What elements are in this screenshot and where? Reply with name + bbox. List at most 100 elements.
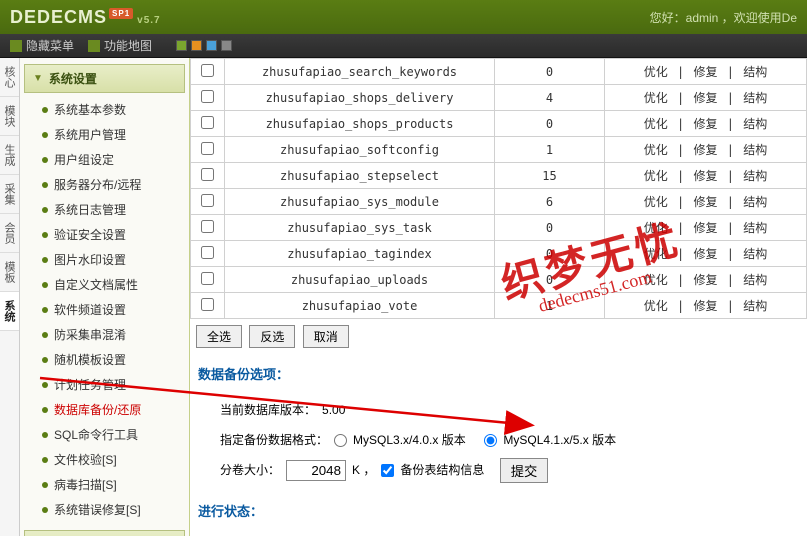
sidebar-item[interactable]: 系统用户管理 — [42, 122, 185, 147]
bullet-icon — [42, 482, 48, 488]
sidebar-item-label: 验证安全设置 — [54, 226, 126, 243]
sidebar-item[interactable]: 数据库备份/还原 — [42, 397, 185, 422]
repair-link[interactable]: 修复 — [693, 117, 717, 131]
table-row: zhusufapiao_shops_products0优化 | 修复 | 结构 — [191, 111, 807, 137]
sidebar-item-label: 数据库备份/还原 — [54, 401, 141, 418]
row-checkbox[interactable] — [201, 64, 214, 77]
row-checkbox[interactable] — [201, 116, 214, 129]
optimize-link[interactable]: 优化 — [644, 91, 668, 105]
optimize-link[interactable]: 优化 — [644, 195, 668, 209]
struct-link[interactable]: 结构 — [743, 91, 767, 105]
row-checkbox[interactable] — [201, 90, 214, 103]
app-header: DEDECMSSP1v5.7 您好：admin ，欢迎使用De — [0, 0, 807, 34]
sidebar-item[interactable]: 软件频道设置 — [42, 297, 185, 322]
row-checkbox[interactable] — [201, 142, 214, 155]
sidebar-item[interactable]: 自定义文档属性 — [42, 272, 185, 297]
struct-link[interactable]: 结构 — [743, 169, 767, 183]
submit-button[interactable]: 提交 — [500, 458, 549, 483]
optimize-link[interactable]: 优化 — [644, 221, 668, 235]
sidebar-item[interactable]: 随机模板设置 — [42, 347, 185, 372]
struct-link[interactable]: 结构 — [743, 221, 767, 235]
sidetab-core[interactable]: 核心 — [0, 58, 19, 97]
row-checkbox[interactable] — [201, 272, 214, 285]
backup-options-title: 数据备份选项： — [190, 354, 807, 389]
sidebar-item-label: 自定义文档属性 — [54, 276, 138, 293]
sidebar-item[interactable]: 病毒扫描[S] — [42, 472, 185, 497]
struct-link[interactable]: 结构 — [743, 273, 767, 287]
struct-link[interactable]: 结构 — [743, 299, 767, 313]
row-checkbox[interactable] — [201, 246, 214, 259]
invert-button[interactable]: 反选 — [249, 325, 295, 348]
sidebar-item[interactable]: 系统日志管理 — [42, 197, 185, 222]
hide-menu-label: 隐藏菜单 — [26, 37, 74, 54]
swatch-orange[interactable] — [191, 40, 202, 51]
table-row: zhusufapiao_uploads0优化 | 修复 | 结构 — [191, 267, 807, 293]
sidebar-item[interactable]: 计划任务管理 — [42, 372, 185, 397]
sidebar-group-system: ▼ 系统设置 系统基本参数系统用户管理用户组设定服务器分布/远程系统日志管理验证… — [24, 64, 185, 526]
repair-link[interactable]: 修复 — [693, 247, 717, 261]
format-radio-3x[interactable] — [334, 434, 347, 447]
sidebar-item[interactable]: 用户组设定 — [42, 147, 185, 172]
sidetab-module[interactable]: 模块 — [0, 97, 19, 136]
row-checkbox[interactable] — [201, 194, 214, 207]
record-count-cell: 0 — [495, 59, 605, 85]
sidebar-header-payment[interactable]: ▼ 支付工具 — [24, 530, 185, 536]
swatch-green[interactable] — [176, 40, 187, 51]
row-checkbox[interactable] — [201, 168, 214, 181]
sidebar-item[interactable]: 服务器分布/远程 — [42, 172, 185, 197]
db-version-value: 5.00 — [322, 397, 345, 423]
repair-link[interactable]: 修复 — [693, 273, 717, 287]
sidetab-system[interactable]: 系统 — [0, 292, 19, 331]
sidebar-item[interactable]: 文件校验[S] — [42, 447, 185, 472]
sidetab-collect[interactable]: 采集 — [0, 175, 19, 214]
repair-link[interactable]: 修复 — [693, 195, 717, 209]
repair-link[interactable]: 修复 — [693, 91, 717, 105]
swatch-blue[interactable] — [206, 40, 217, 51]
sidebar-item-label: 服务器分布/远程 — [54, 176, 141, 193]
struct-link[interactable]: 结构 — [743, 247, 767, 261]
struct-link[interactable]: 结构 — [743, 117, 767, 131]
record-count-cell: 0 — [495, 241, 605, 267]
struct-checkbox[interactable] — [381, 464, 394, 477]
sidetab-member[interactable]: 会员 — [0, 214, 19, 253]
sidebar-item[interactable]: 验证安全设置 — [42, 222, 185, 247]
optimize-link[interactable]: 优化 — [644, 143, 668, 157]
struct-link[interactable]: 结构 — [743, 65, 767, 79]
sidetab-template[interactable]: 模板 — [0, 253, 19, 292]
ops-cell: 优化 | 修复 | 结构 — [605, 267, 807, 293]
select-all-button[interactable]: 全选 — [196, 325, 242, 348]
repair-link[interactable]: 修复 — [693, 299, 717, 313]
cancel-button[interactable]: 取消 — [303, 325, 349, 348]
struct-link[interactable]: 结构 — [743, 195, 767, 209]
optimize-link[interactable]: 优化 — [644, 247, 668, 261]
optimize-link[interactable]: 优化 — [644, 299, 668, 313]
table-row: zhusufapiao_sys_task0优化 | 修复 | 结构 — [191, 215, 807, 241]
sidebar-item[interactable]: 系统错误修复[S] — [42, 497, 185, 522]
struct-link[interactable]: 结构 — [743, 143, 767, 157]
row-checkbox[interactable] — [201, 298, 214, 311]
sidetab-generate[interactable]: 生成 — [0, 136, 19, 175]
repair-link[interactable]: 修复 — [693, 221, 717, 235]
repair-link[interactable]: 修复 — [693, 169, 717, 183]
sitemap-link[interactable]: 功能地图 — [88, 37, 152, 54]
repair-link[interactable]: 修复 — [693, 143, 717, 157]
optimize-link[interactable]: 优化 — [644, 169, 668, 183]
sidebar-item-label: 文件校验[S] — [54, 451, 117, 468]
row-checkbox[interactable] — [201, 220, 214, 233]
sidebar-item[interactable]: 防采集串混淆 — [42, 322, 185, 347]
sidebar-group-payment: ▼ 支付工具 点卡产品分类 — [24, 530, 185, 536]
optimize-link[interactable]: 优化 — [644, 117, 668, 131]
sidebar-item[interactable]: 系统基本参数 — [42, 97, 185, 122]
volume-input[interactable] — [286, 460, 346, 481]
repair-link[interactable]: 修复 — [693, 65, 717, 79]
optimize-link[interactable]: 优化 — [644, 65, 668, 79]
swatch-gray[interactable] — [221, 40, 232, 51]
sidebar-item[interactable]: 图片水印设置 — [42, 247, 185, 272]
optimize-link[interactable]: 优化 — [644, 273, 668, 287]
sidebar-header-system[interactable]: ▼ 系统设置 — [24, 64, 185, 93]
volume-unit: K ， — [352, 457, 375, 483]
sidebar-item[interactable]: SQL命令行工具 — [42, 422, 185, 447]
hide-menu-link[interactable]: 隐藏菜单 — [10, 37, 74, 54]
bullet-icon — [42, 507, 48, 513]
format-radio-4x[interactable] — [484, 434, 497, 447]
